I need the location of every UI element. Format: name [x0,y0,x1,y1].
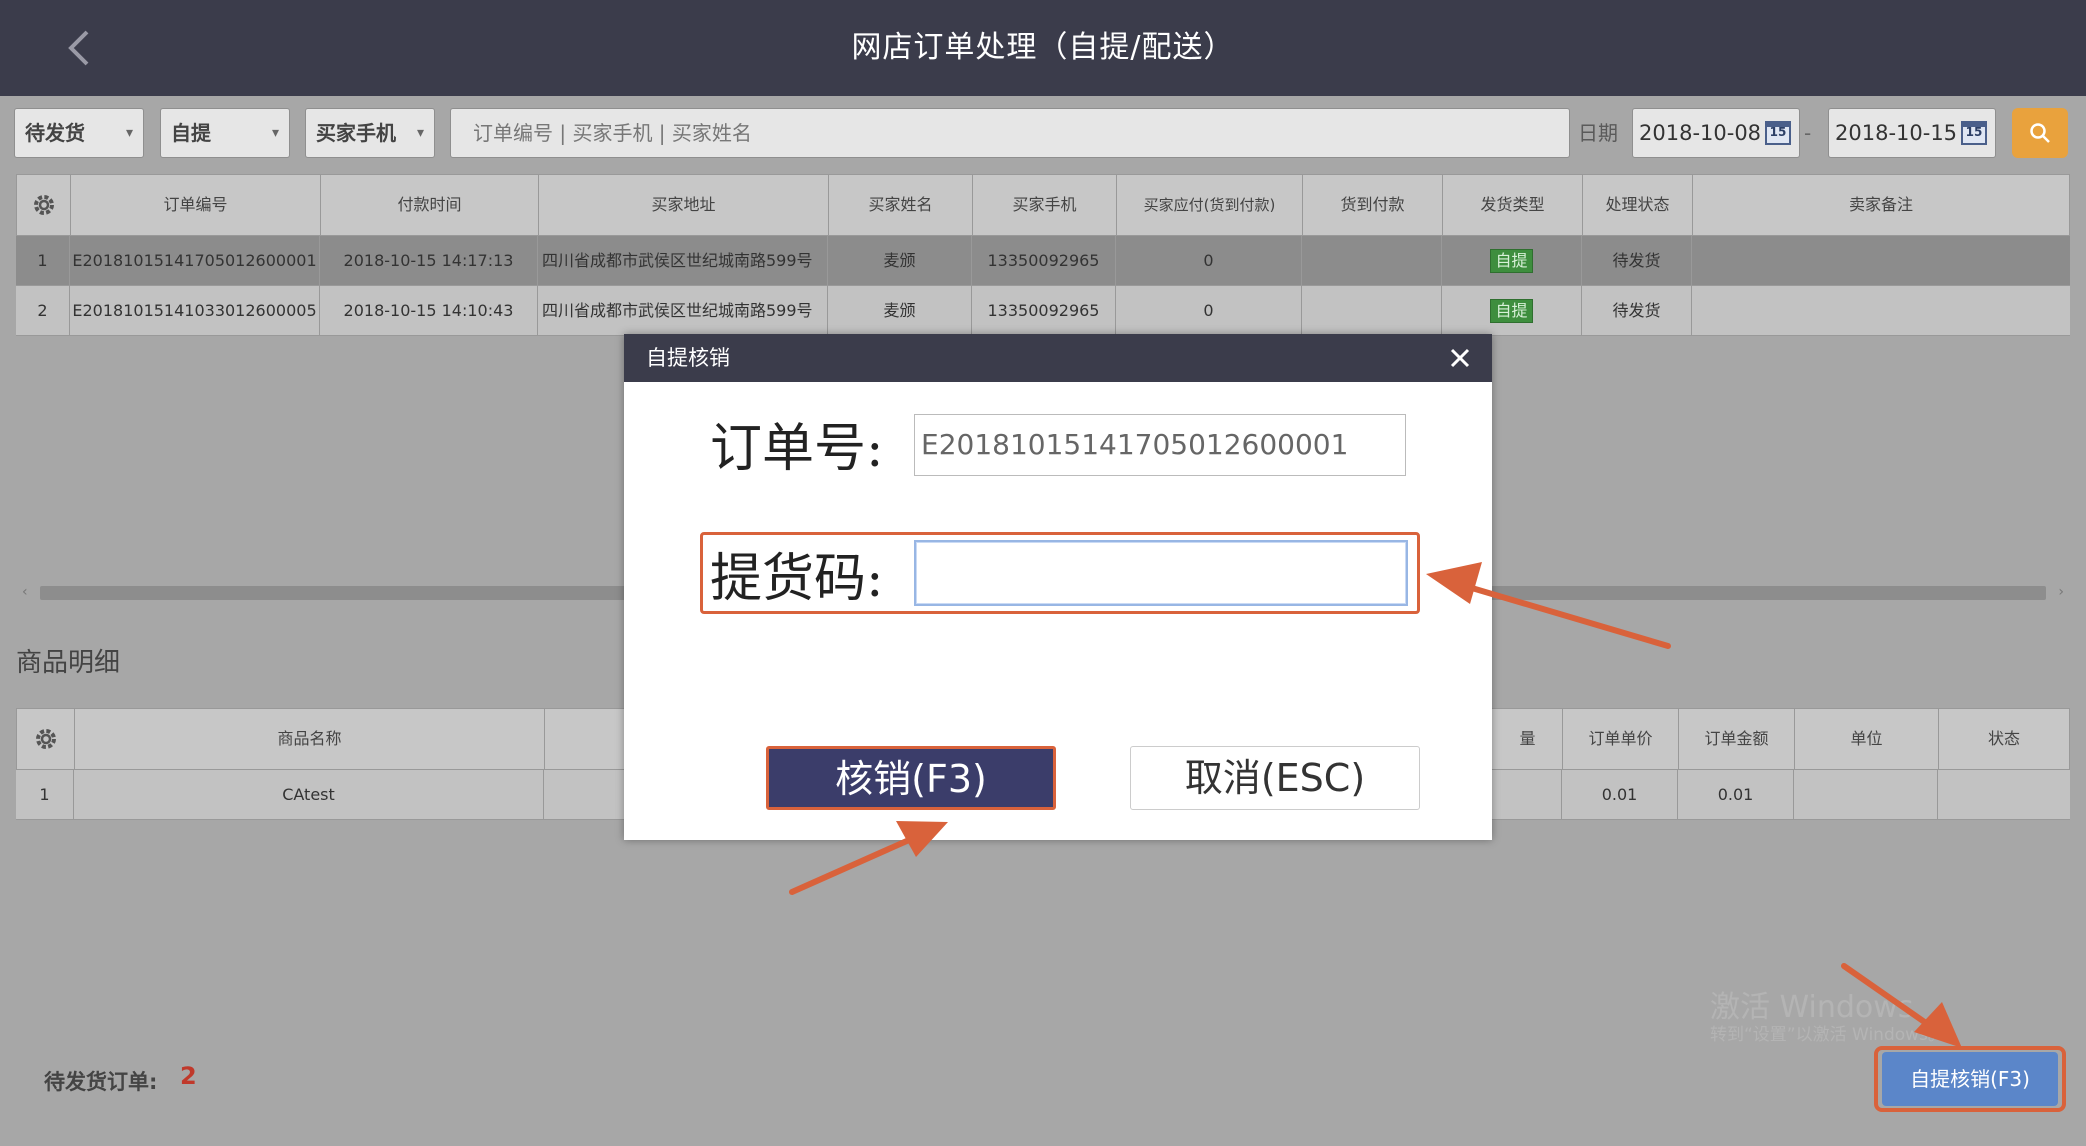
field-filter-value: 买家手机 [316,121,396,145]
status-filter-select[interactable]: 待发货 ▾ [14,108,144,158]
pickup-verify-button[interactable]: 自提核销(F3) [1882,1052,2058,1106]
buyer-address: 四川省成都市武侯区世纪城南路599号 [538,286,828,336]
row-index: 2 [16,286,70,336]
pending-orders-label: 待发货订单: [44,1070,158,1094]
gear-icon [33,195,54,215]
pay-time: 2018-10-15 14:10:43 [320,286,538,336]
quantity [1492,770,1562,820]
date-to-input[interactable]: 2018-10-15 15 [1828,108,1996,158]
column-header: 订单单价 [1563,709,1679,769]
product-name: CAtest [74,770,544,820]
column-header: 买家姓名 [829,175,973,235]
column-header: 买家地址 [539,175,829,235]
chevron-down-icon: ▾ [125,125,133,141]
column-header: 订单金额 [1679,709,1795,769]
row-index: 1 [16,236,70,286]
delivery-type-badge: 自提 [1490,299,1533,323]
delivery-type-cell: 自提 [1442,236,1582,286]
search-input[interactable]: 订单编号 | 买家手机 | 买家姓名 [450,108,1570,158]
date-from-value: 2018-10-08 [1639,121,1762,145]
buyer-name: 麦颁 [828,286,972,336]
field-filter-select[interactable]: 买家手机 ▾ [305,108,435,158]
item-status [1938,770,2068,820]
cod-amount [1302,286,1442,336]
details-section-title: 商品明细 [16,648,121,678]
buyer-payable: 0 [1116,236,1302,286]
pickup-verify-dialog: 自提核销 订单号: E20181015141705012600001 提货码: … [624,334,1492,840]
unit-price: 0.01 [1562,770,1678,820]
column-header: 买家手机 [973,175,1117,235]
delivery-type-badge: 自提 [1490,249,1533,273]
cod-amount [1302,236,1442,286]
date-from-input[interactable]: 2018-10-08 15 [1632,108,1800,158]
column-settings-button[interactable] [17,709,75,769]
column-header: 发货类型 [1443,175,1583,235]
scroll-right-icon[interactable]: › [2058,580,2064,604]
search-icon [2030,123,2050,143]
gear-icon [35,729,56,749]
search-button[interactable] [2012,108,2068,158]
buyer-address: 四川省成都市武侯区世纪城南路599号 [538,236,828,286]
title-bar: 网店订单处理（自提/配送） [0,0,2086,96]
chevron-down-icon: ▾ [416,125,424,141]
column-header: 卖家备注 [1848,195,1913,214]
column-header: 单位 [1795,709,1939,769]
close-button[interactable] [1446,344,1474,372]
pickup-code-label: 提货码: [710,549,884,609]
table-row[interactable]: 2 E20181015141033012600005 2018-10-15 14… [16,286,2070,336]
pay-time: 2018-10-15 14:17:13 [320,236,538,286]
pending-orders-count: 2 [180,1062,197,1090]
activation-watermark-subtitle: 转到“设置”以激活 Windows。 [1710,1025,1945,1045]
order-number-label: 订单号: [710,419,884,479]
column-header: 付款时间 [321,175,539,235]
toolbar: 待发货 ▾ 自提 ▾ 买家手机 ▾ 订单编号 | 买家手机 | 买家姓名 日期 … [0,96,2086,174]
cancel-button[interactable]: 取消(ESC) [1130,746,1420,810]
table-row[interactable]: 1 E20181015141705012600001 2018-10-15 14… [16,236,2070,286]
column-settings-button[interactable] [17,175,71,235]
buyer-phone: 13350092965 [972,236,1116,286]
column-header: 量 [1493,709,1563,769]
seller-note [1692,236,2068,286]
column-header: 订单编号 [71,175,321,235]
column-header: 状态 [1987,729,2020,748]
buyer-payable: 0 [1116,286,1302,336]
delivery-type-cell: 自提 [1442,286,1582,336]
calendar-icon[interactable]: 15 [1765,121,1791,145]
close-icon [1450,348,1470,368]
column-header: 买家应付(货到付款) [1117,175,1303,235]
order-amount: 0.01 [1678,770,1794,820]
dialog-header: 自提核销 [624,334,1492,382]
type-filter-select[interactable]: 自提 ▾ [160,108,290,158]
process-status: 待发货 [1582,286,1692,336]
date-label: 日期 [1578,121,1618,145]
date-to-value: 2018-10-15 [1835,121,1958,145]
verify-button[interactable]: 核销(F3) [766,746,1056,810]
seller-note [1692,286,2068,336]
status-filter-value: 待发货 [25,121,85,145]
type-filter-value: 自提 [171,121,211,145]
page-title: 网店订单处理（自提/配送） [851,30,1235,65]
column-header: 商品名称 [75,709,545,769]
column-header: 处理状态 [1583,175,1693,235]
row-index: 1 [16,770,74,820]
pickup-code-input[interactable] [914,540,1408,606]
buyer-phone: 13350092965 [972,286,1116,336]
order-number-field: E20181015141705012600001 [914,414,1406,476]
date-separator: - [1804,121,1812,145]
calendar-icon[interactable]: 15 [1961,121,1987,145]
column-header: 货到付款 [1303,175,1443,235]
chevron-down-icon: ▾ [271,125,279,141]
process-status: 待发货 [1582,236,1692,286]
unit [1794,770,1938,820]
order-number: E20181015141033012600005 [70,286,320,336]
orders-table-header: 订单编号 付款时间 买家地址 买家姓名 买家手机 买家应付(货到付款) 货到付款… [16,174,2070,236]
order-number: E20181015141705012600001 [70,236,320,286]
scroll-left-icon[interactable]: ‹ [22,580,28,604]
buyer-name: 麦颁 [828,236,972,286]
dialog-title: 自提核销 [646,346,730,370]
